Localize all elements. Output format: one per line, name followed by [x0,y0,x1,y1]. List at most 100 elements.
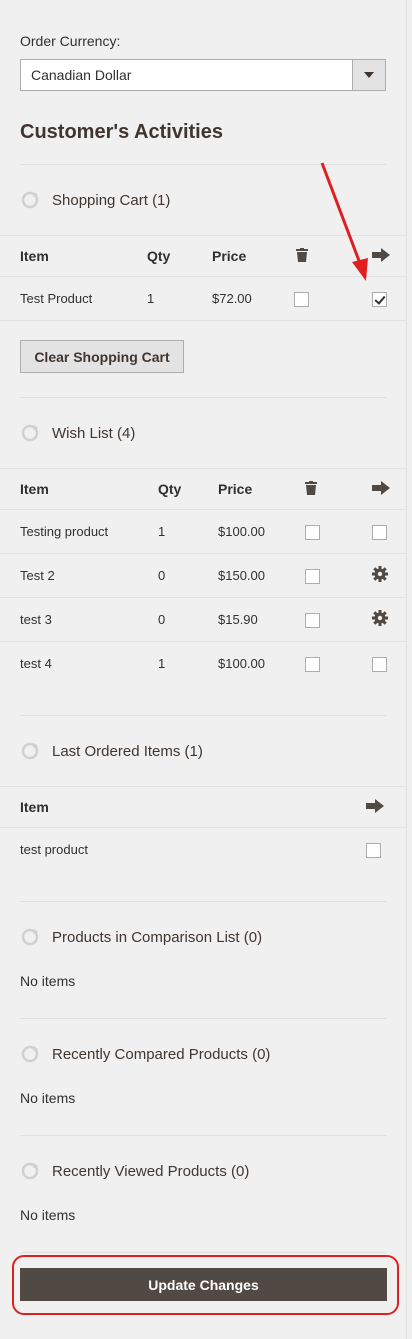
wish-item-qty: 1 [157,509,217,554]
last-ordered-header: Last Ordered Items (1) [0,716,406,786]
activities-title: Customer's Activities [20,121,223,143]
table-row: Test 2 0 $150.00 [0,553,406,598]
arrow-right-icon [371,235,406,277]
column-item: Item [0,786,365,828]
move-to-order-checkbox[interactable] [366,842,381,858]
recently-viewed-empty: No items [20,1207,76,1223]
shopping-cart-title: Shopping Cart (1) [52,191,171,209]
comparison-list-empty: No items [20,973,76,989]
refresh-icon[interactable] [20,741,40,761]
cart-item-name: Test Product [0,276,146,321]
recently-viewed-header: Recently Viewed Products (0) [0,1136,406,1206]
wish-list-title: Wish List (4) [52,424,136,442]
trash-icon [296,247,308,262]
wish-item-name: Testing product [0,509,157,554]
wish-item-name: Test 2 [0,553,157,598]
trash-icon [305,480,317,495]
customer-activities-panel: Order Currency: Canadian Dollar Customer… [0,0,407,1339]
refresh-icon[interactable] [20,927,40,947]
column-qty: Qty [157,468,217,510]
table-header-row: Item Qty Price [0,235,406,277]
wish-item-qty: 0 [157,553,217,598]
arrow-right-icon [372,247,390,262]
column-price: Price [211,235,293,277]
trash-icon [293,235,371,277]
table-header-row: Item [0,786,406,828]
table-row: test 3 0 $15.90 [0,597,406,642]
clear-shopping-cart-button[interactable]: Clear Shopping Cart [20,340,184,373]
remove-checkbox[interactable] [305,612,320,628]
move-to-order-checkbox[interactable] [372,656,387,672]
remove-cell [304,509,371,554]
move-cell [371,276,406,321]
wish-item-qty: 0 [157,597,217,642]
order-currency-block: Order Currency: Canadian Dollar [0,0,406,91]
last-ordered-item-name: test product [20,842,88,857]
order-currency-select[interactable]: Canadian Dollar [20,59,386,91]
arrow-right-icon [372,480,390,495]
table-row: test product [0,828,406,872]
move-cell [371,509,406,554]
remove-checkbox[interactable] [305,568,320,584]
gear-icon[interactable] [372,566,388,582]
wish-list-header: Wish List (4) [0,398,406,468]
remove-cell [304,553,371,598]
wish-item-price: $100.00 [218,656,265,671]
recently-compared-header: Recently Compared Products (0) [0,1019,406,1089]
wish-list-table: Item Qty Price Testing product 1 $100.00… [0,468,406,685]
wish-item-name: test 4 [20,656,52,671]
wish-item-price: $100.00 [217,509,304,554]
comparison-list-title: Products in Comparison List (0) [52,928,263,946]
configure-cell [371,597,406,642]
table-header-row: Item Qty Price [0,468,406,510]
move-cell [365,828,406,872]
activities-heading-block: Customer's Activities [0,121,406,164]
update-changes-button[interactable]: Update Changes [20,1268,387,1301]
remove-checkbox[interactable] [305,656,320,672]
shopping-cart-header: Shopping Cart (1) [0,165,406,235]
wish-item-name: test 3 [0,597,157,642]
chevron-down-icon[interactable] [352,60,385,90]
remove-cell [293,276,371,321]
last-ordered-title: Last Ordered Items (1) [52,742,203,760]
wish-item-price: $150.00 [217,553,304,598]
refresh-icon[interactable] [20,190,40,210]
column-price: Price [217,468,304,510]
arrow-right-icon [365,786,406,828]
refresh-icon[interactable] [20,1161,40,1181]
recently-viewed-title: Recently Viewed Products (0) [52,1162,250,1180]
remove-checkbox[interactable] [294,291,309,307]
order-currency-value: Canadian Dollar [31,67,132,83]
table-row: Testing product 1 $100.00 [0,509,406,554]
order-currency-label: Order Currency: [20,33,121,49]
move-cell [371,642,406,686]
arrow-right-icon [366,798,384,813]
move-to-order-checkbox[interactable] [372,524,387,540]
wish-item-qty: 1 [158,656,166,671]
column-item: Item [0,468,157,510]
recently-compared-empty: No items [20,1090,76,1106]
cart-item-price: $72.00 [211,276,293,321]
comparison-list-header: Products in Comparison List (0) [0,902,406,972]
shopping-cart-table: Item Qty Price Test Product 1 $72.00 [0,235,406,321]
remove-cell [304,597,371,642]
recently-compared-title: Recently Compared Products (0) [52,1045,271,1063]
trash-icon [304,468,371,510]
move-to-order-checkbox[interactable] [372,291,387,307]
refresh-icon[interactable] [20,423,40,443]
wish-item-price: $15.90 [217,597,304,642]
cart-item-qty: 1 [146,276,211,321]
last-ordered-table: Item test product [0,786,406,871]
remove-cell [304,642,371,686]
column-item: Item [0,235,146,277]
refresh-icon[interactable] [20,1044,40,1064]
arrow-right-icon [371,468,406,510]
column-qty: Qty [146,235,211,277]
configure-cell [371,553,406,598]
divider [20,1252,386,1253]
table-row: Test Product 1 $72.00 [0,276,406,321]
gear-icon[interactable] [372,610,388,626]
table-row: test 4 1 $100.00 [0,642,406,686]
divider-wrap [0,1252,406,1253]
remove-checkbox[interactable] [305,524,320,540]
